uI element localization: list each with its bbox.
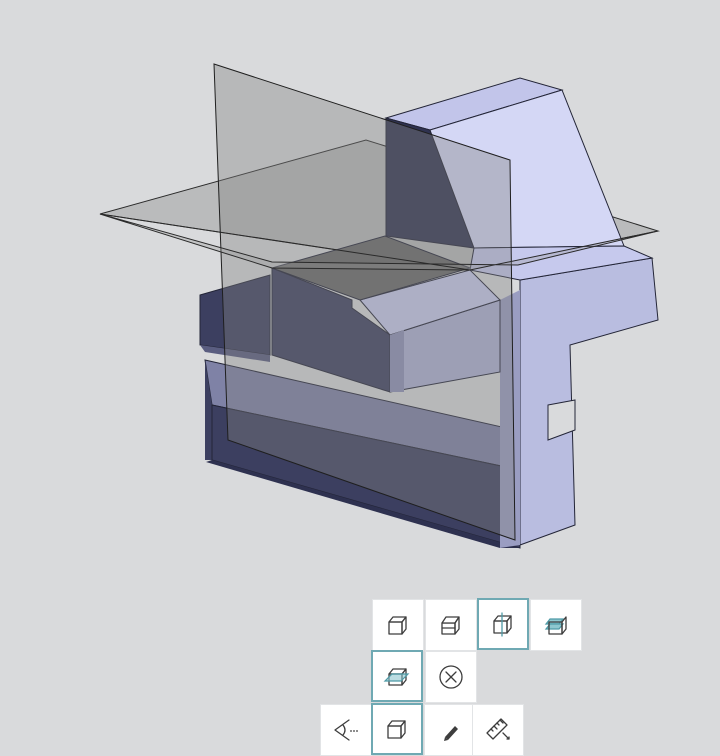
right-body [500,257,659,548]
close-section-button[interactable] [425,651,477,703]
front-plane-button[interactable] [372,599,424,651]
3d-viewport[interactable] [0,0,720,756]
right-plane-button[interactable] [477,598,529,650]
close-icon [439,665,463,689]
section-plane-button[interactable] [371,650,423,702]
top-plane-button[interactable] [425,599,477,651]
multi-plane-icon [544,616,567,635]
view-orientation-button[interactable] [320,704,372,756]
front-plane-icon [388,616,407,635]
display-style-button[interactable] [371,703,423,755]
top-plane-icon [441,616,460,635]
edit-button[interactable] [424,704,476,756]
view-orientation-icon [334,719,358,741]
multi-plane-button[interactable] [530,599,582,651]
display-style-icon [387,720,406,739]
section-plane-icon [383,668,410,686]
measure-button[interactable] [472,704,524,756]
right-plane-icon [493,612,512,637]
measure-ruler-icon [486,718,510,740]
edit-pencil-icon [444,726,458,741]
